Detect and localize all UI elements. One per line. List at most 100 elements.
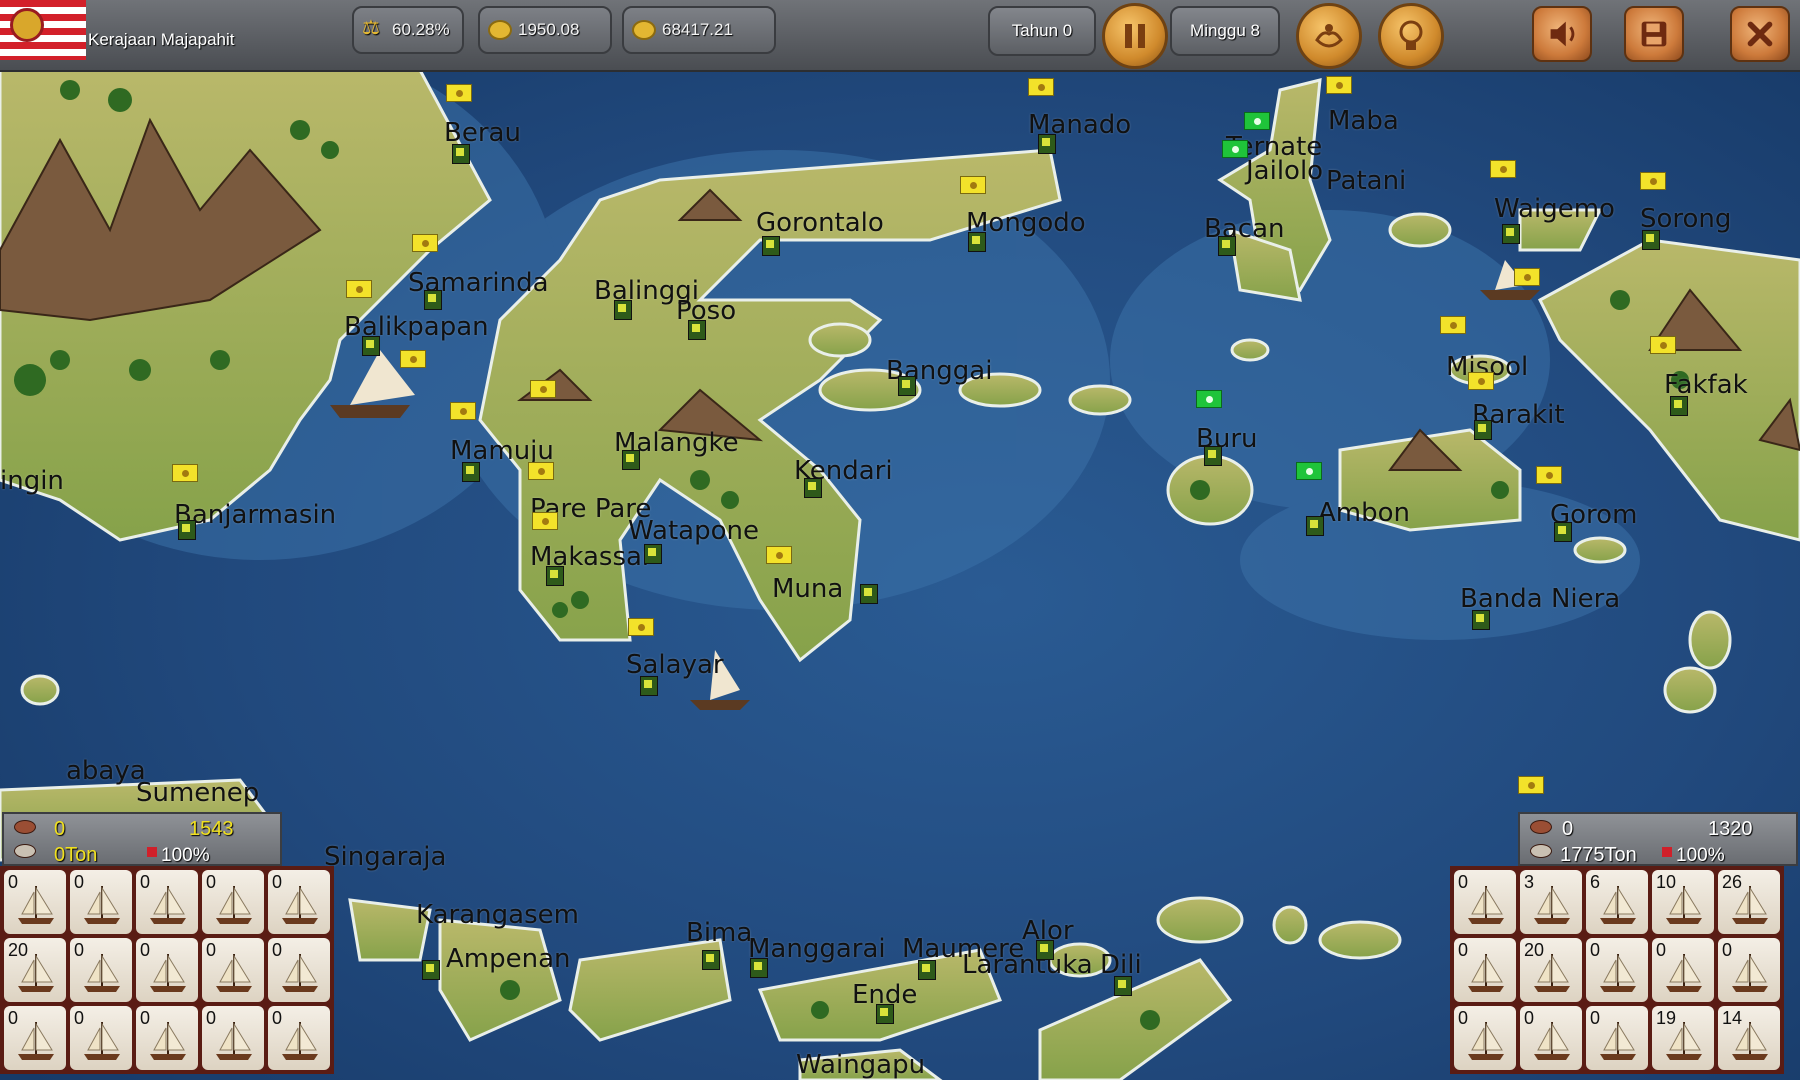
- garrison-unit-icon[interactable]: [1470, 610, 1490, 634]
- garrison-unit-icon[interactable]: [700, 950, 720, 974]
- territory-flag-icon[interactable]: [1326, 76, 1352, 94]
- save-button[interactable]: [1624, 6, 1684, 62]
- ship-slot[interactable]: 0: [1454, 1006, 1516, 1070]
- garrison-unit-icon[interactable]: [420, 960, 440, 984]
- place-label-ambon[interactable]: Ambon: [1318, 498, 1410, 528]
- research-button[interactable]: [1378, 3, 1444, 69]
- garrison-unit-icon[interactable]: [1500, 224, 1520, 248]
- ship-slot[interactable]: 0: [70, 1006, 132, 1070]
- garrison-unit-icon[interactable]: [638, 676, 658, 700]
- ship-slot[interactable]: 10: [1652, 870, 1714, 934]
- territory-flag-icon[interactable]: [412, 234, 438, 252]
- ship-slot[interactable]: 20: [1520, 938, 1582, 1002]
- territory-flag-icon[interactable]: [1536, 466, 1562, 484]
- territory-flag-icon[interactable]: [446, 84, 472, 102]
- territory-flag-icon[interactable]: [1514, 268, 1540, 286]
- close-button[interactable]: [1730, 6, 1790, 62]
- ship-slot[interactable]: 0: [1718, 938, 1780, 1002]
- territory-flag-icon[interactable]: [1028, 78, 1054, 96]
- garrison-unit-icon[interactable]: [748, 958, 768, 982]
- ship-slot[interactable]: 0: [136, 938, 198, 1002]
- place-label-singaraja[interactable]: Singaraja: [324, 842, 446, 872]
- enemy-flag-icon[interactable]: [1222, 140, 1248, 158]
- territory-flag-icon[interactable]: [532, 512, 558, 530]
- place-label-surabaya[interactable]: abaya: [66, 756, 146, 786]
- garrison-unit-icon[interactable]: [544, 566, 564, 590]
- enemy-flag-icon[interactable]: [1244, 112, 1270, 130]
- ship-slot[interactable]: 0: [202, 938, 264, 1002]
- ship-slot[interactable]: 0: [1454, 870, 1516, 934]
- place-label-sumenep[interactable]: Sumenep: [136, 778, 259, 808]
- garrison-unit-icon[interactable]: [1202, 446, 1222, 470]
- place-label-larantuka[interactable]: Larantuka: [962, 950, 1093, 980]
- garrison-unit-icon[interactable]: [760, 236, 780, 260]
- garrison-unit-icon[interactable]: [620, 450, 640, 474]
- territory-flag-icon[interactable]: [1490, 160, 1516, 178]
- garrison-unit-icon[interactable]: [916, 960, 936, 984]
- ship-slot[interactable]: 0: [1520, 1006, 1582, 1070]
- enemy-flag-icon[interactable]: [1196, 390, 1222, 408]
- place-label-ingin[interactable]: ingin: [0, 466, 64, 496]
- territory-flag-icon[interactable]: [346, 280, 372, 298]
- territory-flag-icon[interactable]: [1440, 316, 1466, 334]
- territory-flag-icon[interactable]: [1650, 336, 1676, 354]
- garrison-unit-icon[interactable]: [450, 144, 470, 168]
- territory-flag-icon[interactable]: [528, 462, 554, 480]
- ship-slot[interactable]: 0: [1652, 938, 1714, 1002]
- kingdom-flag[interactable]: [0, 0, 86, 60]
- garrison-unit-icon[interactable]: [874, 1004, 894, 1028]
- place-label-maba[interactable]: Maba: [1328, 106, 1399, 136]
- fleet-panel-right[interactable]: 0 1320 1775Ton 100%: [1518, 812, 1798, 866]
- territory-flag-icon[interactable]: [628, 618, 654, 636]
- territory-flag-icon[interactable]: [1640, 172, 1666, 190]
- ship-slot[interactable]: 0: [268, 1006, 330, 1070]
- garrison-unit-icon[interactable]: [1552, 522, 1572, 546]
- garrison-unit-icon[interactable]: [360, 336, 380, 360]
- ship-slot[interactable]: 0: [4, 870, 66, 934]
- place-label-jailolo[interactable]: Jailolo: [1246, 156, 1323, 186]
- pause-button[interactable]: [1102, 3, 1168, 69]
- garrison-unit-icon[interactable]: [1034, 940, 1054, 964]
- fleet-panel-left[interactable]: 0 1543 0Ton 100%: [2, 812, 282, 866]
- ship-slot[interactable]: 0: [70, 938, 132, 1002]
- place-label-waigemo[interactable]: Waigemo: [1494, 194, 1615, 224]
- ship-slot[interactable]: 0: [202, 870, 264, 934]
- garrison-unit-icon[interactable]: [1668, 396, 1688, 420]
- garrison-unit-icon[interactable]: [966, 232, 986, 256]
- garrison-unit-icon[interactable]: [686, 320, 706, 344]
- place-label-gorontalo[interactable]: Gorontalo: [756, 208, 884, 238]
- ship-slot[interactable]: 20: [4, 938, 66, 1002]
- garrison-unit-icon[interactable]: [1304, 516, 1324, 540]
- place-label-patani[interactable]: Patani: [1326, 166, 1406, 196]
- ship-slot[interactable]: 0: [1586, 1006, 1648, 1070]
- garrison-unit-icon[interactable]: [858, 584, 878, 608]
- garrison-unit-icon[interactable]: [422, 290, 442, 314]
- ship-slot[interactable]: 0: [202, 1006, 264, 1070]
- garrison-unit-icon[interactable]: [802, 478, 822, 502]
- ship-slot[interactable]: 0: [70, 870, 132, 934]
- gear-coin-counter[interactable]: 1950.08: [478, 6, 612, 54]
- territory-flag-icon[interactable]: [172, 464, 198, 482]
- ship-slot[interactable]: 26: [1718, 870, 1780, 934]
- territory-flag-icon[interactable]: [530, 380, 556, 398]
- territory-flag-icon[interactable]: [766, 546, 792, 564]
- place-label-muna[interactable]: Muna: [772, 574, 843, 604]
- ship-slot[interactable]: 0: [1586, 938, 1648, 1002]
- ship-slot[interactable]: 0: [4, 1006, 66, 1070]
- place-label-karangasem[interactable]: Karangasem: [416, 900, 579, 930]
- territory-flag-icon[interactable]: [1518, 776, 1544, 794]
- garrison-unit-icon[interactable]: [176, 520, 196, 544]
- ship-slot[interactable]: 14: [1718, 1006, 1780, 1070]
- place-label-manggarai[interactable]: Manggarai: [748, 934, 886, 964]
- place-label-ampenan[interactable]: Ampenan: [446, 944, 571, 974]
- enemy-flag-icon[interactable]: [1296, 462, 1322, 480]
- territory-flag-icon[interactable]: [400, 350, 426, 368]
- ship-slot[interactable]: 0: [1454, 938, 1516, 1002]
- garrison-unit-icon[interactable]: [1216, 236, 1236, 260]
- territory-flag-icon[interactable]: [960, 176, 986, 194]
- ship-slot[interactable]: 3: [1520, 870, 1582, 934]
- ship-slot[interactable]: 0: [268, 870, 330, 934]
- territory-flag-icon[interactable]: [1468, 372, 1494, 390]
- garrison-unit-icon[interactable]: [1472, 420, 1492, 444]
- stability-counter[interactable]: ⚖ 60.28%: [352, 6, 464, 54]
